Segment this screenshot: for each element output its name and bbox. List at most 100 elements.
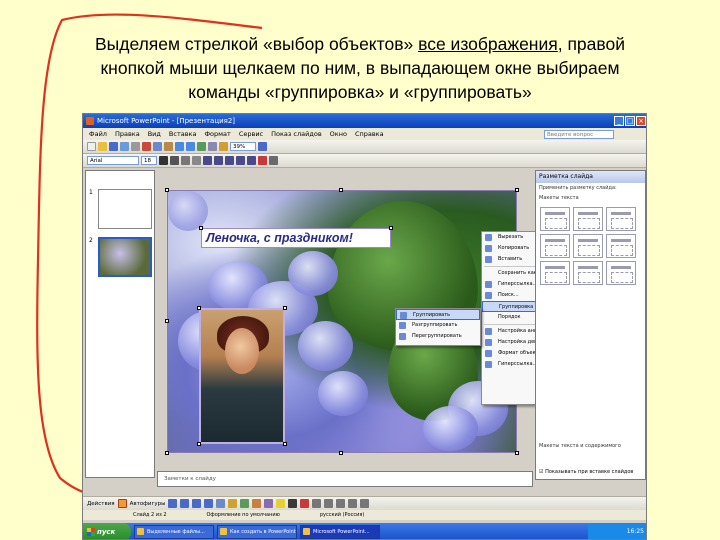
- taskbar-item-active[interactable]: Microsoft PowerPoint...: [300, 525, 380, 539]
- selection-handle[interactable]: [339, 451, 343, 455]
- minimize-icon[interactable]: _: [614, 116, 624, 126]
- select-objects-arrow-icon[interactable]: [117, 499, 127, 508]
- textbox-icon[interactable]: [216, 499, 226, 508]
- ungroup-icon: [399, 322, 406, 329]
- layout-option[interactable]: [540, 261, 570, 285]
- menu-file[interactable]: Файл: [89, 128, 107, 140]
- underline-icon[interactable]: [181, 156, 190, 165]
- layout-option[interactable]: [540, 207, 570, 231]
- selection-handle[interactable]: [197, 306, 201, 310]
- selection-handle[interactable]: [165, 319, 169, 323]
- close-icon[interactable]: ×: [636, 116, 646, 126]
- selection-handle[interactable]: [199, 226, 203, 230]
- layout-option[interactable]: [540, 234, 570, 258]
- arrow-icon[interactable]: [180, 499, 190, 508]
- selection-handle[interactable]: [197, 442, 201, 446]
- align-center-icon[interactable]: [214, 156, 223, 165]
- layout-grid: [540, 207, 636, 285]
- selection-handle[interactable]: [165, 188, 169, 192]
- paste-icon: [485, 256, 492, 263]
- preview-icon[interactable]: [131, 142, 140, 151]
- line-icon[interactable]: [168, 499, 178, 508]
- action-icon: [485, 339, 492, 346]
- align-left-icon[interactable]: [203, 156, 212, 165]
- selection-handle[interactable]: [283, 306, 287, 310]
- selection-handle[interactable]: [339, 188, 343, 192]
- wordart-icon[interactable]: [228, 499, 238, 508]
- taskbar-item[interactable]: Выделенные файлы...: [134, 525, 214, 539]
- submenu-regroup[interactable]: Перегруппировать: [396, 331, 480, 342]
- menu-insert[interactable]: Вставка: [169, 128, 197, 140]
- diagram-icon[interactable]: [240, 499, 250, 508]
- layout-option[interactable]: [606, 234, 636, 258]
- open-icon[interactable]: [98, 142, 107, 151]
- picture-icon[interactable]: [264, 499, 274, 508]
- font-color-icon[interactable]: [300, 499, 310, 508]
- save-icon[interactable]: [109, 142, 118, 151]
- start-button[interactable]: пуск: [83, 523, 131, 539]
- greeting-text-box[interactable]: Леночка, с праздником!: [201, 228, 391, 248]
- print-icon[interactable]: [120, 142, 129, 151]
- image-icon[interactable]: [219, 142, 228, 151]
- menu-format[interactable]: Формат: [204, 128, 230, 140]
- redo-icon[interactable]: [186, 142, 195, 151]
- menu-tools[interactable]: Сервис: [239, 128, 263, 140]
- menu-help[interactable]: Справка: [355, 128, 384, 140]
- actions-menu[interactable]: Действия: [87, 501, 115, 507]
- layout-option[interactable]: [573, 261, 603, 285]
- slide-thumbnail-2[interactable]: [98, 237, 152, 277]
- selection-handle[interactable]: [165, 451, 169, 455]
- rectangle-icon[interactable]: [192, 499, 202, 508]
- selection-handle[interactable]: [515, 188, 519, 192]
- cut-icon[interactable]: [142, 142, 151, 151]
- shadow-style-icon[interactable]: [348, 499, 358, 508]
- taskbar-item[interactable]: Как создать в PowerPoint...: [217, 525, 297, 539]
- new-icon[interactable]: [87, 142, 96, 151]
- help-icon[interactable]: [258, 142, 267, 151]
- show-on-insert-checkbox[interactable]: ☑ Показывать при вставке слайдов: [539, 469, 633, 475]
- selection-handle[interactable]: [515, 451, 519, 455]
- menu-slideshow[interactable]: Показ слайдов: [271, 128, 322, 140]
- 3d-style-icon[interactable]: [360, 499, 370, 508]
- dash-style-icon[interactable]: [324, 499, 334, 508]
- chart-icon[interactable]: [197, 142, 206, 151]
- design-icon[interactable]: [269, 156, 278, 165]
- submenu-ungroup[interactable]: Разгруппировать: [396, 320, 480, 331]
- font-color-icon[interactable]: [258, 156, 267, 165]
- autoshapes-menu[interactable]: Автофигуры: [130, 501, 166, 507]
- layout-option[interactable]: [573, 234, 603, 258]
- numbered-list-icon[interactable]: [236, 156, 245, 165]
- font-select[interactable]: Arial: [87, 156, 139, 165]
- selection-handle[interactable]: [283, 442, 287, 446]
- maximize-icon[interactable]: □: [625, 116, 635, 126]
- undo-icon[interactable]: [175, 142, 184, 151]
- bullet-list-icon[interactable]: [247, 156, 256, 165]
- clipart-icon[interactable]: [252, 499, 262, 508]
- zoom-select[interactable]: 39%: [230, 142, 256, 151]
- line-style-icon[interactable]: [312, 499, 322, 508]
- submenu-group[interactable]: Группировать: [396, 309, 480, 320]
- italic-icon[interactable]: [170, 156, 179, 165]
- align-right-icon[interactable]: [225, 156, 234, 165]
- shadow-icon[interactable]: [192, 156, 201, 165]
- oval-icon[interactable]: [204, 499, 214, 508]
- portrait-photo[interactable]: [199, 308, 285, 444]
- layout-option[interactable]: [606, 207, 636, 231]
- arrow-style-icon[interactable]: [336, 499, 346, 508]
- copy-icon[interactable]: [153, 142, 162, 151]
- font-size-select[interactable]: 18: [141, 156, 157, 165]
- layout-option[interactable]: [606, 261, 636, 285]
- fill-color-icon[interactable]: [276, 499, 286, 508]
- table-icon[interactable]: [208, 142, 217, 151]
- paste-icon[interactable]: [164, 142, 173, 151]
- line-color-icon[interactable]: [288, 499, 298, 508]
- bold-icon[interactable]: [159, 156, 168, 165]
- layout-option[interactable]: [573, 207, 603, 231]
- notes-pane[interactable]: Заметки к слайду: [157, 471, 533, 487]
- menu-window[interactable]: Окно: [330, 128, 347, 140]
- selection-handle[interactable]: [389, 226, 393, 230]
- menu-edit[interactable]: Правка: [115, 128, 140, 140]
- menu-view[interactable]: Вид: [148, 128, 161, 140]
- slide-thumbnail-1[interactable]: [98, 189, 152, 229]
- help-search-input[interactable]: Введите вопрос: [544, 130, 614, 139]
